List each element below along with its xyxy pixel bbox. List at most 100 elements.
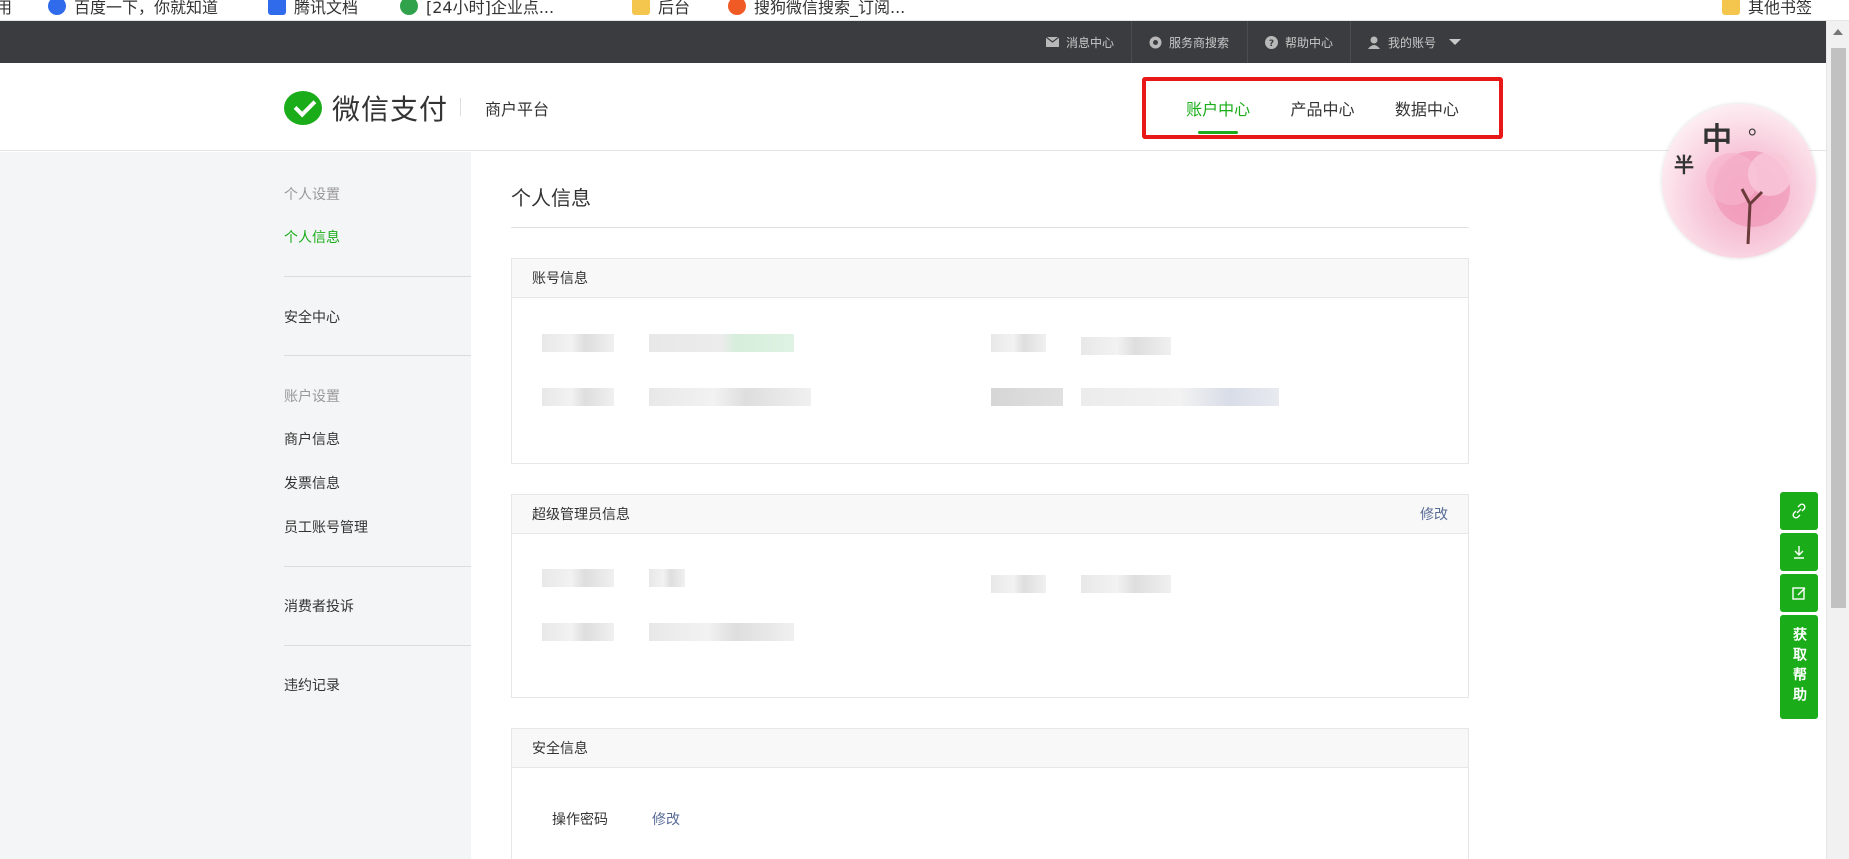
sidebar-divider — [284, 276, 471, 277]
sidebar-item-violations[interactable]: 违约记录 — [284, 675, 340, 695]
wechat-pay-logo[interactable]: 微信支付 — [284, 88, 448, 128]
divider — [460, 98, 461, 116]
blurred-label — [991, 388, 1063, 406]
bookmark-label: [24小时]企业点... — [426, 0, 555, 17]
sidebar-item-merchant-info[interactable]: 商户信息 — [284, 429, 340, 449]
folder-icon — [632, 0, 650, 15]
bookmark-bar: 用 百度一下，你就知道 腾讯文档 [24小时]企业点... 后台 搜狗微信搜索_… — [0, 0, 1849, 21]
bookmark-label: 用 — [0, 0, 12, 18]
edit-admin-link[interactable]: 修改 — [1420, 504, 1448, 524]
scrollbar-thumb[interactable] — [1831, 48, 1846, 608]
bookmark-item-tencent-docs[interactable]: 腾讯文档 — [268, 0, 358, 18]
title-divider — [511, 227, 1469, 228]
svg-text:。: 。 — [1748, 115, 1770, 140]
blurred-value — [649, 623, 794, 641]
question-icon: ? — [1264, 35, 1278, 49]
bookmark-item-backend[interactable]: 后台 — [632, 0, 690, 18]
blurred-label — [542, 623, 614, 641]
link-icon — [1792, 503, 1806, 519]
bookmark-item-enterprise[interactable]: [24小时]企业点... — [400, 0, 554, 18]
bookmark-label: 腾讯文档 — [294, 0, 359, 17]
search-icon — [1148, 35, 1162, 49]
account-info-panel: 账号信息 — [511, 258, 1469, 464]
bookmark-item-other[interactable]: 其他书签 — [1722, 0, 1812, 18]
blurred-label — [542, 569, 614, 587]
bookmark-label: 后台 — [658, 0, 691, 17]
sidebar-item-complaints[interactable]: 消费者投诉 — [284, 596, 354, 616]
help-center-label: 帮助中心 — [1285, 35, 1334, 50]
sidebar-item-security[interactable]: 安全中心 — [284, 307, 340, 327]
panel-header: 账号信息 — [512, 259, 1468, 298]
link-button[interactable] — [1780, 492, 1818, 530]
blurred-label — [991, 575, 1046, 593]
panel-title: 安全信息 — [532, 741, 588, 757]
blurred-value — [1081, 337, 1171, 355]
logo-text: 微信支付 — [332, 93, 449, 126]
nav-data-center[interactable]: 数据中心 — [1391, 90, 1463, 126]
sidebar-group-personal: 个人设置 — [284, 187, 340, 203]
platform-subtitle: 商户平台 — [485, 100, 550, 119]
provider-search-link[interactable]: 服务商搜索 — [1131, 21, 1245, 63]
tencent-docs-icon — [268, 0, 286, 15]
blurred-label — [991, 334, 1046, 352]
blurred-value — [649, 569, 685, 587]
svg-text:?: ? — [1268, 39, 1273, 49]
wechat-pay-logo-icon — [284, 91, 322, 125]
blurred-value — [1081, 388, 1279, 406]
panel-header: 超级管理员信息 修改 — [512, 495, 1468, 534]
get-help-label: 获取帮助 — [1791, 627, 1807, 707]
nav-account-center[interactable]: 账户中心 — [1182, 90, 1254, 134]
admin-info-panel: 超级管理员信息 修改 — [511, 494, 1469, 698]
message-center-link[interactable]: 消息中心 — [1029, 21, 1130, 63]
message-center-label: 消息中心 — [1066, 35, 1115, 50]
edit-password-link[interactable]: 修改 — [652, 809, 680, 829]
site-header: 微信支付 商户平台 账户中心 产品中心 数据中心 — [0, 63, 1826, 151]
panel-header: 安全信息 — [512, 729, 1468, 768]
vertical-scrollbar[interactable] — [1826, 21, 1849, 859]
svg-text:半: 半 — [1674, 153, 1694, 177]
sidebar-divider — [284, 355, 471, 356]
avatar[interactable]: 中 半 。 — [1662, 104, 1816, 258]
nav-product-center[interactable]: 产品中心 — [1286, 90, 1358, 126]
download-icon — [1794, 546, 1804, 559]
bookmark-item-sogou[interactable]: 搜狗微信搜索_订阅... — [728, 0, 905, 18]
panel-title: 超级管理员信息 — [532, 507, 630, 523]
sidebar-divider — [284, 645, 471, 646]
sidebar-item-personal-info[interactable]: 个人信息 — [284, 227, 340, 247]
page-title: 个人信息 — [511, 186, 591, 210]
sogou-icon — [728, 0, 746, 15]
chevron-down-icon — [1449, 39, 1462, 45]
blurred-label — [542, 334, 614, 352]
sidebar-item-staff-accounts[interactable]: 员工账号管理 — [284, 517, 368, 537]
blurred-label — [542, 388, 614, 406]
bookmark-label: 百度一下，你就知道 — [74, 0, 219, 17]
provider-search-label: 服务商搜索 — [1169, 35, 1230, 50]
bookmark-item[interactable]: 用 — [0, 0, 12, 18]
bookmark-item-baidu[interactable]: 百度一下，你就知道 — [48, 0, 218, 18]
top-bar: 消息中心 服务商搜索 ? 帮助中心 我的账号 — [0, 21, 1826, 63]
main-nav-highlighted: 账户中心 产品中心 数据中心 — [1142, 77, 1503, 139]
sidebar-background — [0, 152, 471, 859]
feedback-button[interactable] — [1780, 574, 1818, 612]
my-account-label: 我的账号 — [1388, 35, 1437, 50]
sidebar-divider — [284, 566, 471, 567]
mail-icon — [1045, 35, 1059, 49]
floating-toolbar: 获取帮助 — [1780, 492, 1818, 719]
sidebar-item-invoice-info[interactable]: 发票信息 — [284, 473, 340, 493]
edit-icon — [1792, 587, 1806, 600]
download-button[interactable] — [1780, 533, 1818, 571]
security-info-panel: 安全信息 操作密码 修改 — [511, 728, 1469, 859]
blurred-value — [649, 388, 811, 406]
help-center-link[interactable]: ? 帮助中心 — [1247, 21, 1349, 63]
sidebar-group-account: 账户设置 — [284, 389, 340, 405]
panel-title: 账号信息 — [532, 271, 588, 287]
operation-password-label: 操作密码 — [552, 812, 608, 828]
blurred-value — [1081, 575, 1171, 593]
svg-text:中: 中 — [1702, 122, 1732, 157]
leaf-icon — [400, 0, 418, 15]
scroll-up-arrow-icon[interactable] — [1833, 29, 1843, 35]
baidu-icon — [48, 0, 66, 15]
get-help-button[interactable]: 获取帮助 — [1780, 615, 1818, 719]
my-account-menu[interactable]: 我的账号 — [1350, 21, 1477, 63]
folder-icon — [1722, 0, 1740, 15]
